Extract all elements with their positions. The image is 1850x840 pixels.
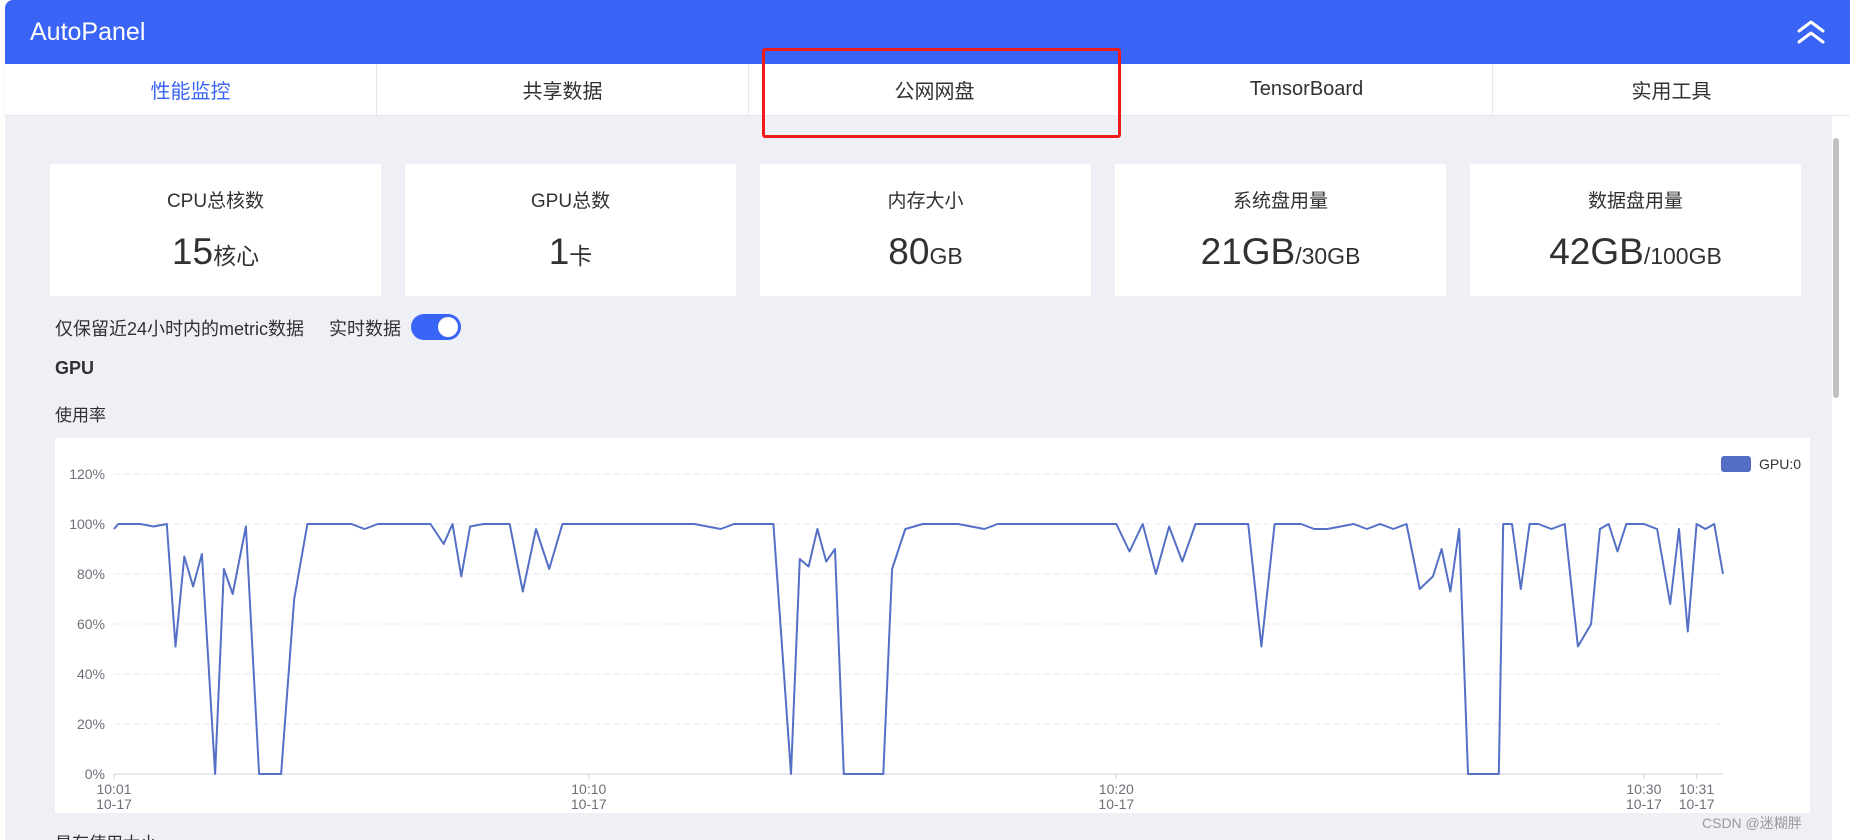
card-title: CPU总核数 [166,191,265,212]
toggle-knob [438,317,458,337]
gpu-usage-chart: 0% 20% 40% 60% 80% 100% 120% 10:01 10-17 10:10 10-… [55,438,1810,813]
retention-note: 仅保留近24小时内的metric数据 [55,319,305,339]
card-value: 15 [171,231,214,272]
card-value: 21GB [1200,231,1296,272]
y-tick-label: 100% [69,516,105,532]
tab-shared-data[interactable]: 共享数据 [377,64,749,115]
card-title: 数据盘用量 [1587,191,1683,212]
y-tick-label: 20% [77,716,105,732]
card-data-disk: 数据盘用量 42GB /100GB [1470,164,1801,296]
card-system-disk: 系统盘用量 21GB /30GB [1115,164,1446,296]
tab-tensorboard[interactable]: TensorBoard [1121,64,1493,115]
tab-bar: 性能监控 共享数据 公网网盘 TensorBoard 实用工具 [5,64,1850,116]
x-tick-label-date: 10-17 [1679,796,1715,812]
realtime-label: 实时数据 [329,319,401,339]
app-title: AutoPanel [30,17,146,46]
card-unit: GB [929,243,963,269]
card-unit: 卡 [569,243,593,269]
card-value-row: 80 GB [888,231,962,273]
x-tick-label-time: 10:20 [1099,781,1134,797]
card-title: 内存大小 [887,191,964,212]
card-value: 42GB [1549,231,1644,272]
card-gpu-count: GPU总数 1 卡 [405,164,736,296]
tab-public-netdisk[interactable]: 公网网盘 [749,64,1121,115]
app-header: AutoPanel [5,0,1850,64]
card-value: 1 [548,231,570,272]
section-title-gpu: GPU [55,358,95,378]
subsection-title-usage: 使用率 [55,406,106,425]
x-tick-label-time: 10:01 [96,781,131,797]
x-tick-label-time: 10:31 [1679,781,1714,797]
double-chevron-up-icon [1797,20,1825,44]
watermark: CSDN @迷糊胖 [1702,815,1802,831]
collapse-button[interactable] [1794,15,1828,49]
card-value-row: 1 卡 [549,231,593,273]
card-value-row: 21GB /30GB [1201,231,1361,273]
y-tick-label: 120% [69,466,105,482]
x-tick-label-date: 10-17 [1098,796,1134,812]
x-tick-label-date: 10-17 [571,796,607,812]
card-title: GPU总数 [530,191,611,212]
series-line-gpu0 [113,523,1724,775]
card-title: 系统盘用量 [1232,191,1328,212]
x-tick-label-date: 10-17 [96,796,132,812]
y-tick-label: 80% [77,566,105,582]
card-value-row: 42GB /100GB [1549,231,1722,273]
card-value: 80 [888,231,930,272]
gpu-usage-chart-svg: 0%20%40%60%80%100%120%10:0110-1710:1010-… [69,456,1801,812]
x-tick-label-time: 10:30 [1626,781,1661,797]
card-value-row: 15 核心 [172,231,259,273]
subsection-title-vram: 显存使用大小 [55,829,157,840]
y-tick-label: 40% [77,666,105,682]
scrollbar-thumb[interactable] [1833,138,1839,398]
card-cpu-cores: CPU总核数 15 核心 [50,164,381,296]
legend-label: GPU:0 [1759,456,1801,472]
tab-performance-monitor[interactable]: 性能监控 [5,64,377,115]
x-tick-label-time: 10:10 [571,781,606,797]
card-unit: 核心 [213,243,260,269]
card-unit: /30GB [1295,243,1361,269]
card-memory-size: 内存大小 80 GB [760,164,1091,296]
y-tick-label: 60% [77,616,105,632]
card-unit: /100GB [1643,243,1722,269]
x-tick-label-date: 10-17 [1626,796,1662,812]
tab-utilities[interactable]: 实用工具 [1493,64,1850,115]
y-tick-label: 0% [85,766,105,782]
realtime-toggle[interactable] [411,314,461,340]
legend-swatch [1721,456,1751,472]
stats-cards: CPU总核数 15 核心 GPU总数 1 卡 内存大小 80 GB 系统盘用量 … [50,164,1801,296]
